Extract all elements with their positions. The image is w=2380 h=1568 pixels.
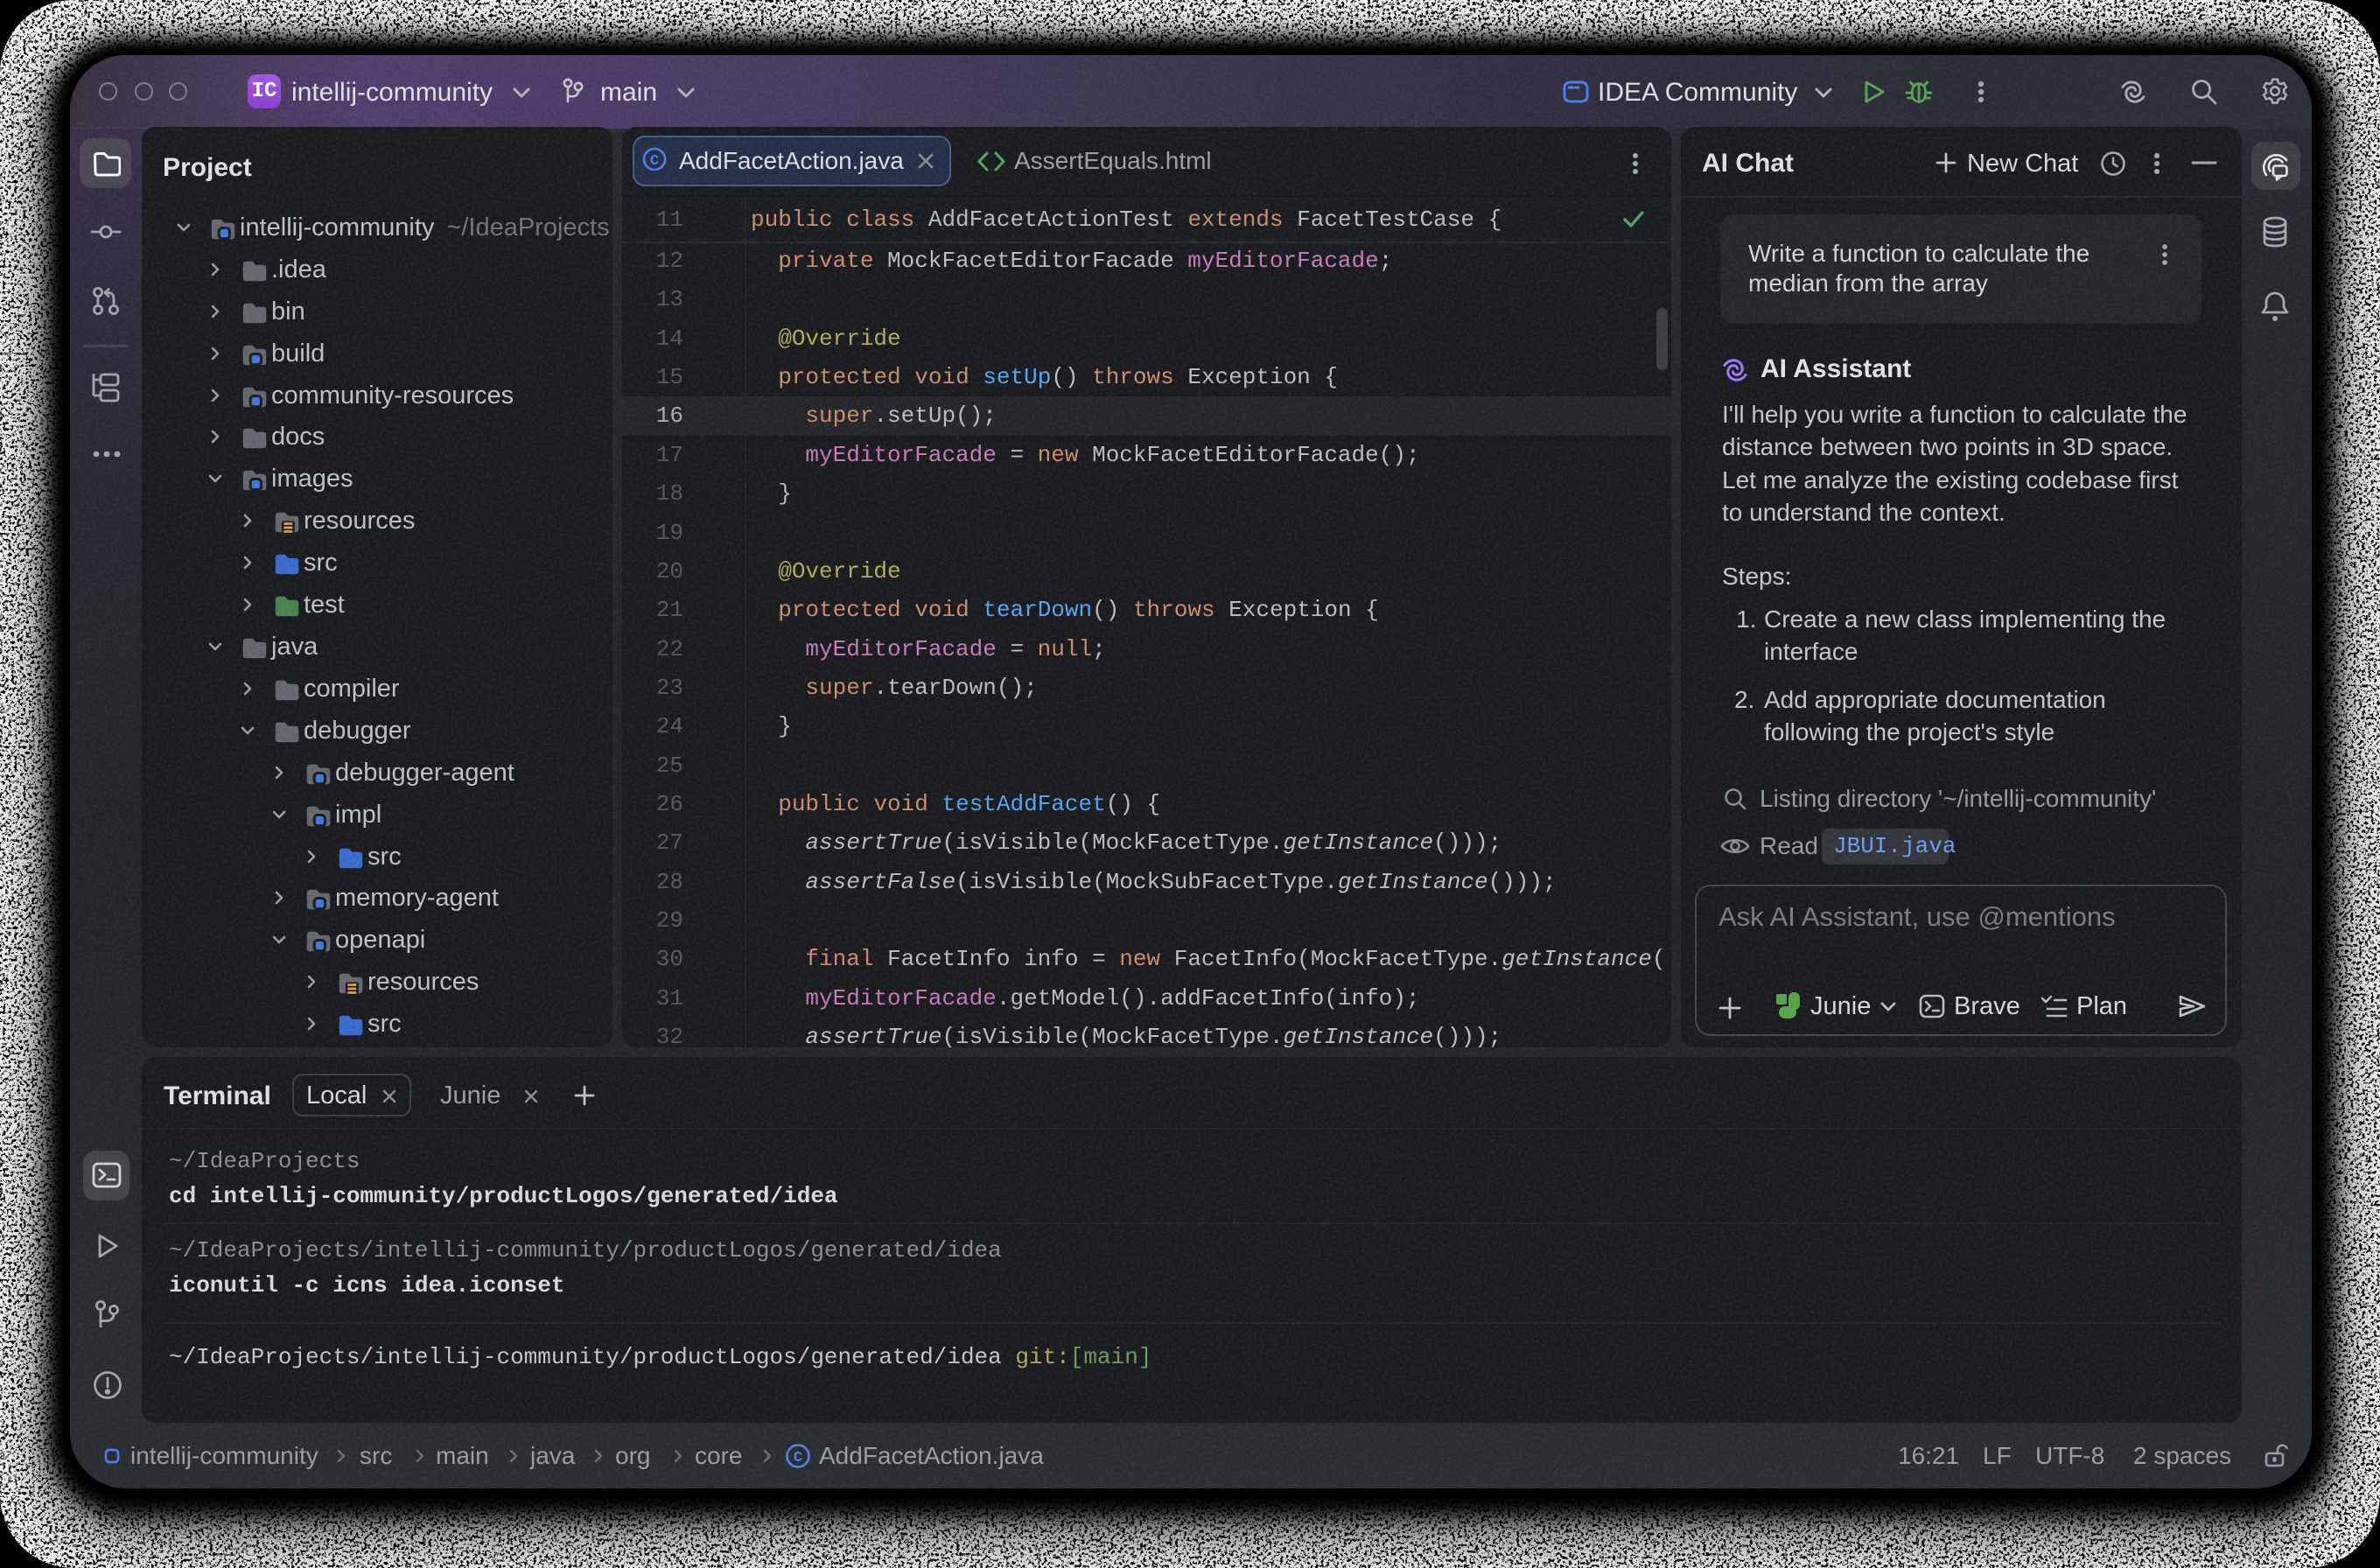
svg-text:C: C [794,1450,802,1466]
svg-text:C: C [650,153,659,170]
